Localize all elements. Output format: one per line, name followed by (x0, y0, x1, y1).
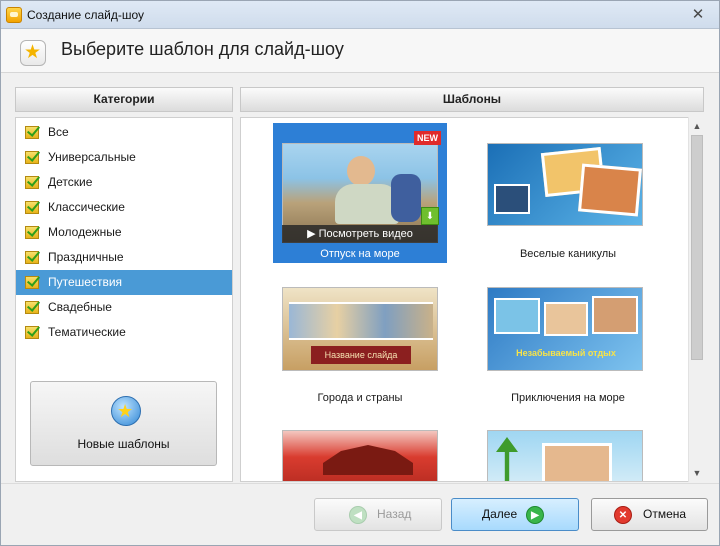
template-thumbnail: Название слайда (282, 287, 438, 371)
page-title: Выберите шаблон для слайд-шоу (61, 39, 344, 59)
template-card-sea-vacation[interactable]: NEW ⬇ ▶ Посмотреть видео Отпуск на море (273, 123, 447, 263)
template-card-beach[interactable] (481, 428, 655, 481)
app-icon (6, 7, 22, 23)
new-templates-label: Новые шаблоны (77, 437, 170, 451)
category-label: Все (48, 125, 69, 139)
checkbox-icon (25, 201, 39, 214)
checkbox-icon (25, 326, 39, 339)
category-item-youth[interactable]: Молодежные (16, 220, 232, 245)
scroll-up-icon[interactable]: ▲ (689, 118, 705, 134)
new-star-icon: ★ (111, 396, 141, 426)
temple-image (323, 445, 413, 475)
category-item-holiday[interactable]: Праздничные (16, 245, 232, 270)
template-card-sea-adventures[interactable]: Незабываемый отдых Приключения на море (481, 283, 655, 423)
category-label: Праздничные (48, 250, 124, 264)
template-label: Веселые каникулы (519, 248, 617, 260)
categories-heading: Категории (15, 87, 233, 112)
next-button[interactable]: Далее ▶ (451, 498, 579, 531)
category-label: Молодежные (48, 225, 122, 239)
slide-caption: Незабываемый отдых (516, 348, 616, 358)
slide-caption: Название слайда (311, 346, 411, 364)
back-label: Назад (377, 507, 412, 521)
checkbox-icon (25, 301, 39, 314)
template-card-cities[interactable]: Название слайда Города и страны (273, 283, 447, 423)
preview-video-button[interactable]: ▶ Посмотреть видео (282, 225, 438, 243)
category-item-universal[interactable]: Универсальные (16, 145, 232, 170)
photo-frame (494, 184, 530, 214)
star-icon: ★ (20, 40, 46, 66)
template-thumbnail (487, 430, 643, 481)
dialog-header: ★ Выберите шаблон для слайд-шоу (1, 29, 719, 73)
back-button[interactable]: ◀ Назад (314, 498, 442, 531)
window-title: Создание слайд-шоу (27, 8, 144, 22)
photo-frame (578, 163, 642, 217)
cancel-icon: ✕ (614, 506, 632, 524)
category-label: Универсальные (48, 150, 136, 164)
app-window: Создание слайд-шоу ✕ ★ Выберите шаблон д… (0, 0, 720, 546)
template-label: Приключения на море (511, 392, 625, 404)
checkbox-icon (25, 176, 39, 189)
category-label: Свадебные (48, 300, 112, 314)
photo-frame (542, 443, 612, 481)
template-thumbnail (487, 143, 643, 226)
photo-frame (592, 296, 638, 334)
new-badge: NEW (414, 131, 441, 145)
templates-grid: NEW ⬇ ▶ Посмотреть видео Отпуск на море … (240, 117, 704, 482)
template-label: Города и страны (317, 392, 403, 404)
scroll-down-icon[interactable]: ▼ (689, 465, 705, 481)
cancel-label: Отмена (643, 507, 687, 521)
templates-scrollbar[interactable]: ▲ ▼ (688, 117, 704, 482)
checkbox-icon (25, 126, 39, 139)
checkbox-icon (25, 276, 39, 289)
template-card-asia[interactable] (273, 428, 447, 481)
template-thumbnail (282, 430, 438, 481)
photo-frame (544, 302, 588, 336)
close-window-button[interactable]: ✕ (685, 5, 711, 23)
scroll-thumb[interactable] (691, 135, 703, 360)
category-label: Путешествия (48, 275, 123, 289)
city-strip-image (289, 302, 433, 340)
checkbox-icon (25, 151, 39, 164)
templates-heading: Шаблоны (240, 87, 704, 112)
next-label: Далее (482, 507, 518, 521)
category-item-classic[interactable]: Классические (16, 195, 232, 220)
category-item-wedding[interactable]: Свадебные (16, 295, 232, 320)
download-icon[interactable]: ⬇ (421, 207, 439, 225)
category-item-all[interactable]: Все (16, 120, 232, 145)
category-label: Тематические (48, 325, 126, 339)
next-arrow-icon: ▶ (526, 506, 544, 524)
template-card-fun-holidays[interactable]: Веселые каникулы (481, 123, 655, 263)
photo-frame (494, 298, 540, 334)
back-arrow-icon: ◀ (349, 506, 367, 524)
template-label: Отпуск на море (320, 248, 400, 260)
new-templates-button[interactable]: ★ Новые шаблоны (30, 381, 217, 466)
person-image (335, 184, 399, 224)
title-bar: Создание слайд-шоу ✕ (1, 1, 719, 29)
cancel-button[interactable]: ✕ Отмена (591, 498, 708, 531)
palm-tree-image (496, 437, 518, 481)
template-thumbnail: Незабываемый отдых (487, 287, 643, 371)
category-label: Детские (48, 175, 93, 189)
category-item-thematic[interactable]: Тематические (16, 320, 232, 345)
category-label: Классические (48, 200, 125, 214)
category-item-kids[interactable]: Детские (16, 170, 232, 195)
checkbox-icon (25, 251, 39, 264)
category-item-travel[interactable]: Путешествия (16, 270, 232, 295)
person-image (347, 156, 375, 186)
backpack-image (391, 174, 421, 222)
checkbox-icon (25, 226, 39, 239)
